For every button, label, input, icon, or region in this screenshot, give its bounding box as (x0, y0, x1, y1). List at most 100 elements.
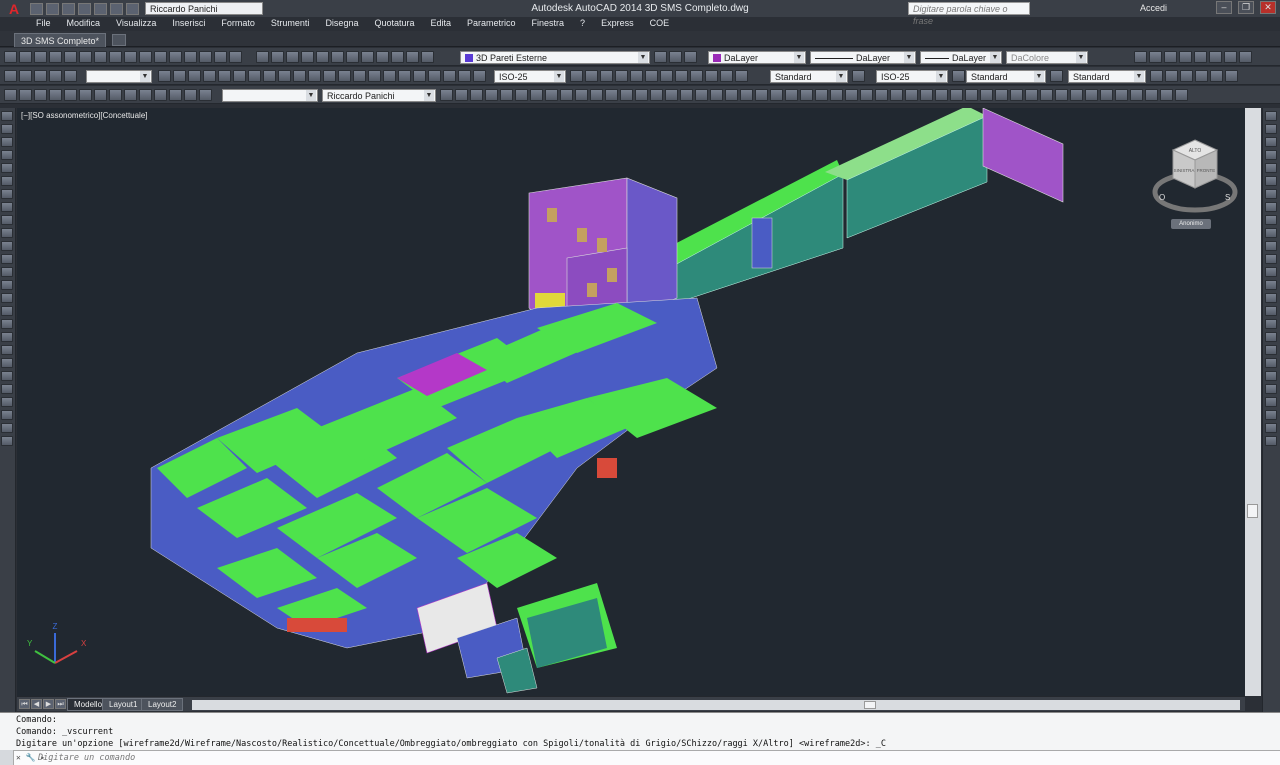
menu-item-formato[interactable]: Formato (213, 17, 263, 30)
layer-dropdown[interactable]: 3D Pareti Esterne ▼ (460, 51, 650, 64)
menu-item-[interactable]: ? (572, 17, 593, 30)
modify-tool-icon[interactable] (1265, 397, 1277, 407)
menu-item-disegna[interactable]: Disegna (317, 17, 366, 30)
standard-tool-icon[interactable] (94, 51, 107, 63)
render-tool-icon[interactable] (965, 89, 978, 101)
modify-tool-icon[interactable] (1265, 254, 1277, 264)
vertical-scroll-thumb[interactable] (1247, 504, 1258, 518)
viewcube[interactable]: ALTO SINISTRA FRONTE O S (1147, 132, 1243, 228)
annotation-tool-icon[interactable] (645, 70, 658, 82)
object-snap-tool-icon[interactable] (34, 70, 47, 82)
annotation-tool-icon[interactable] (630, 70, 643, 82)
render-tool-icon[interactable] (650, 89, 663, 101)
modify-tool-icon[interactable] (1265, 241, 1277, 251)
modify-tool-icon[interactable] (1265, 111, 1277, 121)
undo-icon[interactable] (110, 2, 123, 15)
layer-tool-icon[interactable] (271, 51, 284, 63)
dimension-tool-icon[interactable] (368, 70, 381, 82)
standard-tool-icon[interactable] (49, 51, 62, 63)
standard-tool-icon[interactable] (124, 51, 137, 63)
minimize-button[interactable]: – (1216, 1, 1232, 14)
horizontal-scroll-thumb[interactable] (864, 701, 876, 709)
mleader-tool-tool-icon[interactable] (1180, 70, 1193, 82)
mleader-tool-tool-icon[interactable] (1165, 70, 1178, 82)
render-tool-icon[interactable] (620, 89, 633, 101)
render-tool-icon[interactable] (545, 89, 558, 101)
modify-tool-icon[interactable] (1265, 436, 1277, 446)
layer-tool-icon[interactable] (391, 51, 404, 63)
view-dropdown[interactable]: ▼ (222, 89, 318, 102)
annotation-tool-icon[interactable] (690, 70, 703, 82)
dimension-tool-icon[interactable] (428, 70, 441, 82)
standard-tool-icon[interactable] (184, 51, 197, 63)
dimension-tool-icon[interactable] (248, 70, 261, 82)
modify-tool-icon[interactable] (1265, 267, 1277, 277)
new-icon[interactable] (30, 2, 43, 15)
modify-tool-icon[interactable] (1265, 137, 1277, 147)
mleaderstyle-dropdown[interactable]: Standard ▼ (1068, 70, 1146, 83)
modify-tool-icon[interactable] (1265, 332, 1277, 342)
dimension-tool-icon[interactable] (383, 70, 396, 82)
mleader-tool-icon[interactable] (1050, 70, 1063, 82)
draw-tool-icon[interactable] (1, 241, 13, 251)
view-tool-icon[interactable] (184, 89, 197, 101)
modify-tool-icon[interactable] (1265, 176, 1277, 186)
layer-tool-icon[interactable] (286, 51, 299, 63)
view-tool-icon[interactable] (169, 89, 182, 101)
modify-tool-icon[interactable] (1265, 215, 1277, 225)
dimension-tool-icon[interactable] (323, 70, 336, 82)
dimstyle-dropdown-1[interactable]: ISO-25 ▼ (494, 70, 566, 83)
snap-dropdown[interactable]: ▼ (86, 70, 152, 83)
new-tab-button[interactable] (112, 34, 126, 46)
render-tool-icon[interactable] (845, 89, 858, 101)
lineweight-dropdown[interactable]: DaLayer ▼ (920, 51, 1002, 64)
annotation-tool-icon[interactable] (585, 70, 598, 82)
dimension-tool-icon[interactable] (413, 70, 426, 82)
modify-tool-icon[interactable] (1265, 345, 1277, 355)
workspace-tool-icon[interactable] (1179, 51, 1192, 63)
modify-tool-icon[interactable] (1265, 228, 1277, 238)
render-tool-icon[interactable] (755, 89, 768, 101)
prev-tab-icon[interactable]: ◀ (31, 699, 42, 709)
signin-link[interactable]: Accedi (1140, 3, 1210, 13)
horizontal-scrollbar[interactable] (192, 700, 1240, 710)
annotation-tool-icon[interactable] (675, 70, 688, 82)
object-snap-tool-icon[interactable] (64, 70, 77, 82)
draw-tool-icon[interactable] (1, 436, 13, 446)
render-tool-icon[interactable] (710, 89, 723, 101)
menu-item-inserisci[interactable]: Inserisci (164, 17, 213, 30)
render-tool-icon[interactable] (515, 89, 528, 101)
standard-tool-icon[interactable] (79, 51, 92, 63)
menu-item-quotatura[interactable]: Quotatura (366, 17, 422, 30)
menu-item-coe[interactable]: COE (642, 17, 678, 30)
save-as-icon[interactable] (78, 2, 91, 15)
render-tool-icon[interactable] (1085, 89, 1098, 101)
view-tool-icon[interactable] (109, 89, 122, 101)
last-tab-icon[interactable]: ⏭ (55, 699, 66, 709)
draw-tool-icon[interactable] (1, 410, 13, 420)
view-tool-icon[interactable] (124, 89, 137, 101)
render-tool-icon[interactable] (485, 89, 498, 101)
mleader-tool-tool-icon[interactable] (1150, 70, 1163, 82)
modify-tool-icon[interactable] (1265, 150, 1277, 160)
dimension-tool-icon[interactable] (338, 70, 351, 82)
render-tool-icon[interactable] (785, 89, 798, 101)
layer-tool-icon[interactable] (376, 51, 389, 63)
workspace-selector[interactable]: Riccardo Panichi (145, 2, 263, 15)
render-tool-icon[interactable] (575, 89, 588, 101)
ucs-menu-anonimo[interactable]: Anonimo (1171, 219, 1211, 229)
render-tool-icon[interactable] (815, 89, 828, 101)
render-tool-icon[interactable] (980, 89, 993, 101)
layer-tool-icon[interactable] (331, 51, 344, 63)
draw-tool-icon[interactable] (1, 371, 13, 381)
dimension-tool-icon[interactable] (398, 70, 411, 82)
annotation-tool-icon[interactable] (600, 70, 613, 82)
menu-item-visualizza[interactable]: Visualizza (108, 17, 164, 30)
layer-state-tool-icon[interactable] (669, 51, 682, 63)
render-tool-icon[interactable] (560, 89, 573, 101)
standard-tool-icon[interactable] (19, 51, 32, 63)
color-dropdown[interactable]: DaLayer ▼ (708, 51, 806, 64)
next-tab-icon[interactable]: ▶ (43, 699, 54, 709)
render-tool-icon[interactable] (995, 89, 1008, 101)
draw-tool-icon[interactable] (1, 202, 13, 212)
